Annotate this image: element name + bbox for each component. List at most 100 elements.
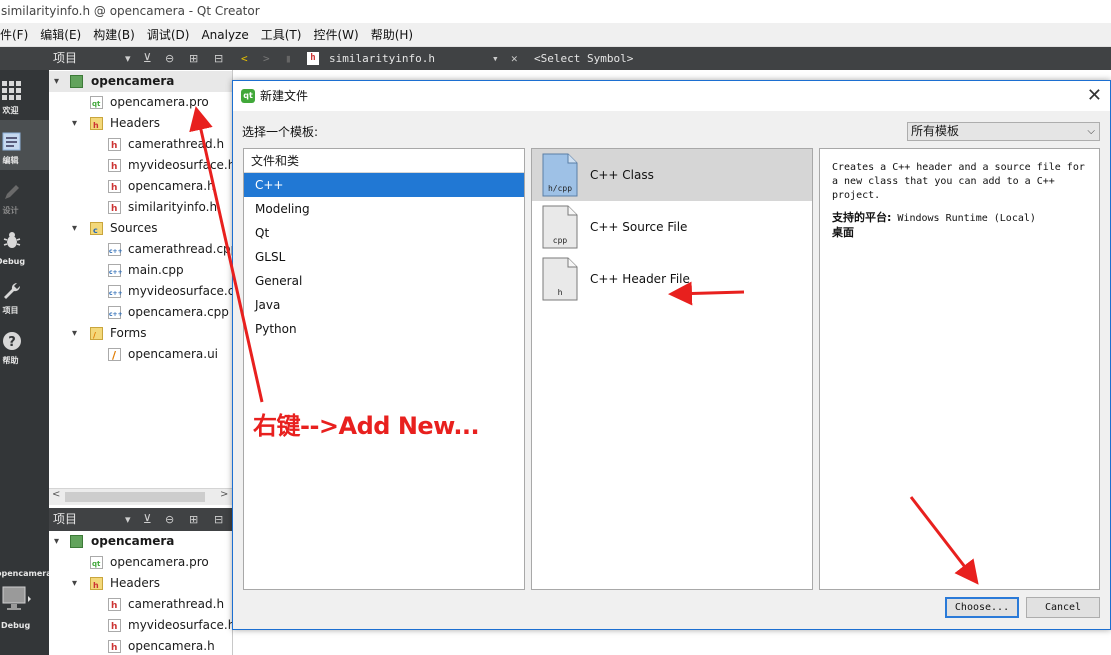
cpp-file-icon (108, 304, 123, 325)
close-panel-icon[interactable]: ⊟ (214, 47, 223, 70)
template-filter-select[interactable]: 所有模板 ⌵ (907, 122, 1100, 141)
category-item-python[interactable]: Python (244, 317, 524, 341)
mode-help[interactable]: ? 帮助 (0, 320, 49, 370)
back-icon[interactable]: < (241, 47, 248, 70)
tree-file[interactable]: opencamera.h (49, 176, 232, 199)
tree-folder-headers[interactable]: ▾ Headers (49, 113, 232, 136)
tree-file[interactable]: myvideosurface.h (49, 615, 232, 638)
mode-design[interactable]: 设计 (0, 170, 49, 220)
chevron-down-icon[interactable]: ▾ (492, 47, 499, 70)
category-item-glsl[interactable]: GLSL (244, 245, 524, 269)
platforms-extra: 桌面 (832, 226, 854, 239)
category-header: 文件和类 (244, 149, 524, 173)
bug-icon (3, 232, 21, 248)
template-item-cpp-source[interactable]: cpp C++ Source File (532, 201, 812, 253)
split-icon[interactable]: ⊞ (189, 47, 198, 70)
tree-file-pro[interactable]: opencamera.pro (49, 92, 232, 115)
header-file-icon (108, 178, 121, 199)
chevron-down-icon[interactable]: ▾ (125, 47, 131, 70)
dialog-titlebar: qt 新建文件 ✕ (233, 81, 1110, 111)
mode-projects[interactable]: 项目 (0, 270, 49, 320)
grid-icon (2, 81, 21, 100)
template-item-cpp-class[interactable]: h/cpp C++ Class (532, 149, 812, 201)
close-icon[interactable]: ✕ (1087, 81, 1102, 111)
tree-file[interactable]: opencamera.cpp (49, 302, 232, 325)
category-item-java[interactable]: Java (244, 293, 524, 317)
scroll-left-icon[interactable]: < (52, 489, 60, 500)
chevron-down-icon: ⌵ (1087, 126, 1095, 137)
mode-edit[interactable]: 编辑 (0, 120, 49, 170)
projects-panel-header: 项目 ▾ ⊻ ⊖ ⊞ ⊟ (49, 47, 233, 70)
menu-analyze[interactable]: Analyze (195, 28, 254, 42)
panel-view-select[interactable]: 项目 (53, 508, 77, 531)
template-item-cpp-header[interactable]: h C++ Header File (532, 253, 812, 305)
tree-file-pro[interactable]: opencamera.pro (49, 552, 232, 575)
tree-file[interactable]: main.cpp (49, 260, 232, 283)
panel-view-select[interactable]: 项目 (53, 47, 77, 70)
menu-debug[interactable]: 调试(D) (141, 26, 196, 43)
forward-icon[interactable]: > (263, 47, 270, 70)
tree-file[interactable]: camerathread.h (49, 134, 232, 157)
scrollbar-thumb[interactable] (65, 492, 205, 502)
tree-project-node[interactable]: ▾ opencamera (49, 71, 232, 92)
cpp-file-icon (108, 262, 123, 283)
kit-selector[interactable]: opencamera Debug (0, 560, 52, 655)
menu-build[interactable]: 构建(B) (87, 26, 141, 43)
window-title: similarityinfo.h @ opencamera - Qt Creat… (0, 0, 1111, 23)
tree-file[interactable]: opencamera.ui (49, 344, 232, 366)
link-icon[interactable]: ⊖ (165, 508, 174, 531)
filter-icon[interactable]: ⊻ (143, 47, 152, 70)
projects-panel-header-2: 项目 ▾ ⊻ ⊖ ⊞ ⊟ (49, 508, 233, 531)
mode-welcome[interactable]: 欢迎 (0, 70, 49, 120)
tree-file[interactable]: myvideosurface.cpp (49, 281, 232, 304)
template-badge: cpp (553, 236, 568, 245)
menu-help[interactable]: 帮助(H) (365, 26, 419, 43)
menu-file[interactable]: 件(F) (0, 26, 34, 43)
ui-file-icon (108, 345, 121, 366)
tree-file[interactable]: opencamera.h (49, 636, 232, 655)
tree-file[interactable]: similarityinfo.h (49, 197, 232, 220)
choose-button[interactable]: Choose... (945, 597, 1019, 618)
mode-debug[interactable]: Debug (0, 220, 49, 270)
symbol-selector[interactable]: <Select Symbol> (534, 47, 633, 70)
mode-label: 项目 (2, 306, 19, 315)
menu-window[interactable]: 控件(W) (307, 26, 364, 43)
mode-label: 编辑 (2, 156, 19, 165)
template-label: C++ Header File (590, 272, 690, 286)
help-icon: ? (3, 332, 21, 350)
category-item-qt[interactable]: Qt (244, 221, 524, 245)
mode-label: 欢迎 (2, 106, 19, 115)
cpp-source-file-icon: cpp (542, 205, 578, 249)
svg-text:?: ? (8, 335, 16, 350)
header-file-icon (108, 157, 121, 178)
mode-bar-header (0, 47, 49, 70)
category-item-modeling[interactable]: Modeling (244, 197, 524, 221)
category-item-cpp[interactable]: C++ (244, 173, 524, 197)
project-tree-2: ▾ opencamera opencamera.pro ▾ Headers ca… (49, 531, 233, 655)
lock-icon: ▮ (285, 52, 292, 65)
tree-file[interactable]: camerathread.h (49, 594, 232, 617)
chevron-down-icon[interactable]: ▾ (125, 508, 131, 531)
scroll-right-icon[interactable]: > (220, 489, 228, 500)
tree-folder-sources[interactable]: ▾ Sources (49, 218, 232, 241)
close-panel-icon[interactable]: ⊟ (214, 508, 223, 531)
tree-file[interactable]: myvideosurface.h (49, 155, 232, 178)
menu-tools[interactable]: 工具(T) (255, 26, 308, 43)
split-icon[interactable]: ⊞ (189, 508, 198, 531)
tree-project-node[interactable]: ▾ opencamera (49, 531, 232, 552)
link-icon[interactable]: ⊖ (165, 47, 174, 70)
close-document-icon[interactable]: ✕ (511, 47, 518, 70)
tree-folder-headers[interactable]: ▾ Headers (49, 573, 232, 596)
menu-edit[interactable]: 编辑(E) (34, 26, 87, 43)
category-item-general[interactable]: General (244, 269, 524, 293)
tree-horizontal-scrollbar[interactable]: < > (49, 488, 233, 505)
template-badge: h (558, 288, 563, 297)
tree-folder-forms[interactable]: ▾ Forms (49, 323, 232, 346)
open-document-name[interactable]: similarityinfo.h (329, 47, 435, 70)
filter-icon[interactable]: ⊻ (143, 508, 152, 531)
kit-build-label: Debug (1, 621, 31, 630)
headers-folder-icon (90, 115, 103, 136)
header-file-icon (108, 596, 121, 617)
cancel-button[interactable]: Cancel (1026, 597, 1100, 618)
tree-file[interactable]: camerathread.cpp (49, 239, 232, 262)
